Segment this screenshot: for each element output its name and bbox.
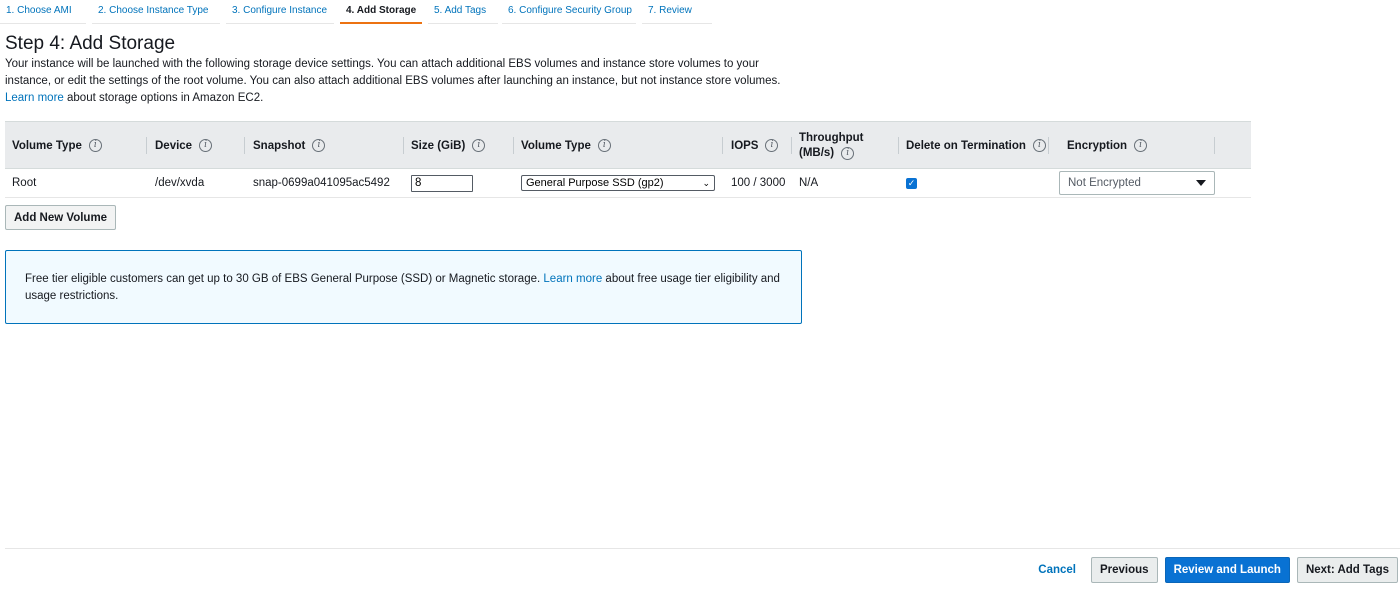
- intro-suffix: about storage options in Amazon EC2.: [67, 92, 264, 104]
- header-label: Size (GiB): [411, 139, 466, 152]
- cell-throughput: N/A: [799, 177, 819, 189]
- header-size: Size (GiB) i: [404, 122, 514, 169]
- encryption-select[interactable]: Not Encrypted: [1059, 171, 1215, 195]
- cell-iops: 100 / 3000: [731, 177, 786, 189]
- header-device: Device i: [148, 122, 245, 169]
- learn-more-free-tier-link[interactable]: Learn more: [543, 273, 602, 285]
- cell-snapshot: snap-0699a041095ac5492: [253, 177, 390, 189]
- free-tier-info-box: Free tier eligible customers can get up …: [5, 250, 802, 324]
- info-icon[interactable]: i: [472, 139, 486, 152]
- table-header: Volume Type i Device i Snapshot i Size (…: [5, 121, 1251, 169]
- add-new-volume-button[interactable]: Add New Volume: [5, 205, 117, 230]
- header-label: Delete on Termination: [906, 139, 1026, 152]
- column-divider: [244, 137, 245, 154]
- throughput-label-wrap: Throughput (MB/s) i: [799, 131, 864, 161]
- cell-ebs-type: General Purpose SSD (gp2) ⌄: [514, 169, 715, 197]
- column-divider: [1214, 137, 1215, 154]
- storage-table: Volume Type i Device i Snapshot i Size (…: [5, 121, 1251, 198]
- wizard-footer: Cancel Previous Review and Launch Next: …: [1023, 557, 1398, 583]
- info-icon[interactable]: i: [1032, 139, 1046, 152]
- header-label: Snapshot: [253, 139, 306, 152]
- delete-on-termination-checkbox[interactable]: ✓: [906, 177, 917, 189]
- header-encryption: Encryption i: [1060, 122, 1215, 169]
- column-divider: [722, 137, 723, 154]
- header-ebs-volume-type: Volume Type i: [514, 122, 723, 169]
- caret-down-icon: [1196, 180, 1206, 186]
- header-throughput: Throughput (MB/s) i: [792, 122, 899, 169]
- info-icon[interactable]: i: [1134, 139, 1148, 152]
- header-delete-on-termination: Delete on Termination i: [899, 122, 1049, 169]
- intro-description: Your instance will be launched with the …: [5, 58, 781, 87]
- encryption-value: Not Encrypted: [1068, 177, 1141, 189]
- wizard-steps: 1. Choose AMI 2. Choose Instance Type 3.…: [0, 0, 712, 24]
- tab-configure-instance[interactable]: 3. Configure Instance: [226, 0, 334, 24]
- header-label: Encryption: [1067, 139, 1128, 152]
- volume-type-value: General Purpose SSD (gp2): [526, 177, 664, 189]
- info-icon[interactable]: i: [841, 146, 855, 160]
- column-divider: [146, 137, 147, 154]
- header-snapshot: Snapshot i: [246, 122, 404, 169]
- table-row: Root /dev/xvda snap-0699a041095ac5492 Ge…: [5, 169, 1251, 198]
- tab-choose-instance-type[interactable]: 2. Choose Instance Type: [92, 0, 220, 24]
- info-text: Free tier eligible customers can get up …: [25, 273, 541, 285]
- header-volume-type: Volume Type i: [5, 122, 147, 169]
- next-add-tags-button[interactable]: Next: Add Tags: [1296, 557, 1398, 583]
- volume-type-select[interactable]: General Purpose SSD (gp2) ⌄: [521, 175, 715, 191]
- tab-add-storage[interactable]: 4. Add Storage: [340, 0, 422, 24]
- info-icon[interactable]: i: [199, 139, 213, 152]
- header-label: IOPS: [731, 139, 759, 152]
- checkbox-checked-icon: ✓: [907, 177, 916, 188]
- cell-delete-on-termination: ✓: [899, 169, 917, 197]
- header-iops: IOPS i: [724, 122, 792, 169]
- footer-divider: [5, 548, 1400, 549]
- header-label: (MB/s): [799, 146, 835, 159]
- review-and-launch-button[interactable]: Review and Launch: [1164, 557, 1290, 583]
- previous-button[interactable]: Previous: [1091, 557, 1158, 583]
- page-title: Step 4: Add Storage: [5, 33, 176, 54]
- info-icon[interactable]: i: [765, 139, 779, 152]
- column-divider: [1048, 137, 1049, 154]
- cancel-button[interactable]: Cancel: [1030, 557, 1084, 583]
- info-icon[interactable]: i: [88, 139, 102, 152]
- header-label: Throughput: [799, 131, 864, 144]
- header-label: Volume Type: [12, 139, 82, 152]
- tab-review[interactable]: 7. Review: [642, 0, 712, 24]
- header-label-2: (MB/s) i: [799, 146, 864, 161]
- tab-configure-security-group[interactable]: 6. Configure Security Group: [502, 0, 636, 24]
- intro-text: Your instance will be launched with the …: [5, 56, 805, 107]
- cell-size: [404, 169, 473, 197]
- learn-more-storage-link[interactable]: Learn more: [5, 92, 64, 104]
- info-icon[interactable]: i: [597, 139, 611, 152]
- tab-add-tags[interactable]: 5. Add Tags: [428, 0, 498, 24]
- cell-volume-type: Root: [12, 177, 37, 189]
- header-label: Volume Type: [521, 139, 591, 152]
- tab-choose-ami[interactable]: 1. Choose AMI: [0, 0, 86, 24]
- chevron-down-icon: ⌄: [702, 177, 710, 188]
- size-input[interactable]: [411, 174, 473, 192]
- cell-device: /dev/xvda: [155, 177, 205, 189]
- info-icon[interactable]: i: [312, 139, 326, 152]
- header-label: Device: [155, 139, 193, 152]
- cell-encryption: Not Encrypted: [1052, 169, 1215, 197]
